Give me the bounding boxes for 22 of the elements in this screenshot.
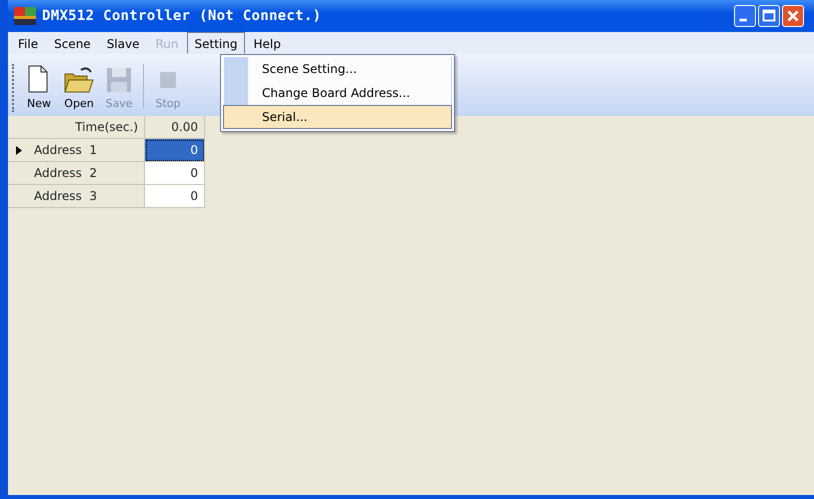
menu-item[interactable]: Slave — [98, 32, 148, 54]
table-cell[interactable]: 0 — [145, 185, 205, 208]
row-label: Address 2 — [34, 165, 98, 182]
toolbar-button[interactable]: Open — [60, 64, 98, 112]
menu-item[interactable]: Help — [245, 32, 289, 54]
app-logo-icon — [14, 7, 36, 25]
menu-item[interactable]: File — [10, 32, 46, 54]
menu-option[interactable]: Serial... — [223, 105, 452, 129]
menu-option[interactable]: Scene Setting... — [223, 57, 452, 81]
menu-item[interactable]: Scene — [46, 32, 99, 54]
toolbar-button[interactable]: New — [20, 64, 58, 112]
menu-option[interactable]: Change Board Address... — [223, 81, 452, 105]
minimize-button[interactable] — [734, 5, 756, 27]
row-label: Address 1 — [34, 142, 98, 159]
maximize-button[interactable] — [758, 5, 780, 27]
table-cell[interactable]: 0 — [145, 162, 205, 185]
table-cell[interactable]: 0 — [145, 139, 205, 162]
close-button[interactable] — [782, 5, 804, 27]
menu-item[interactable]: Setting — [186, 32, 246, 54]
window-title: DMX512 Controller (Not Connect.) — [42, 6, 322, 26]
column-header: Time(sec.) — [8, 116, 145, 139]
row-label: Address 3 — [34, 188, 98, 205]
